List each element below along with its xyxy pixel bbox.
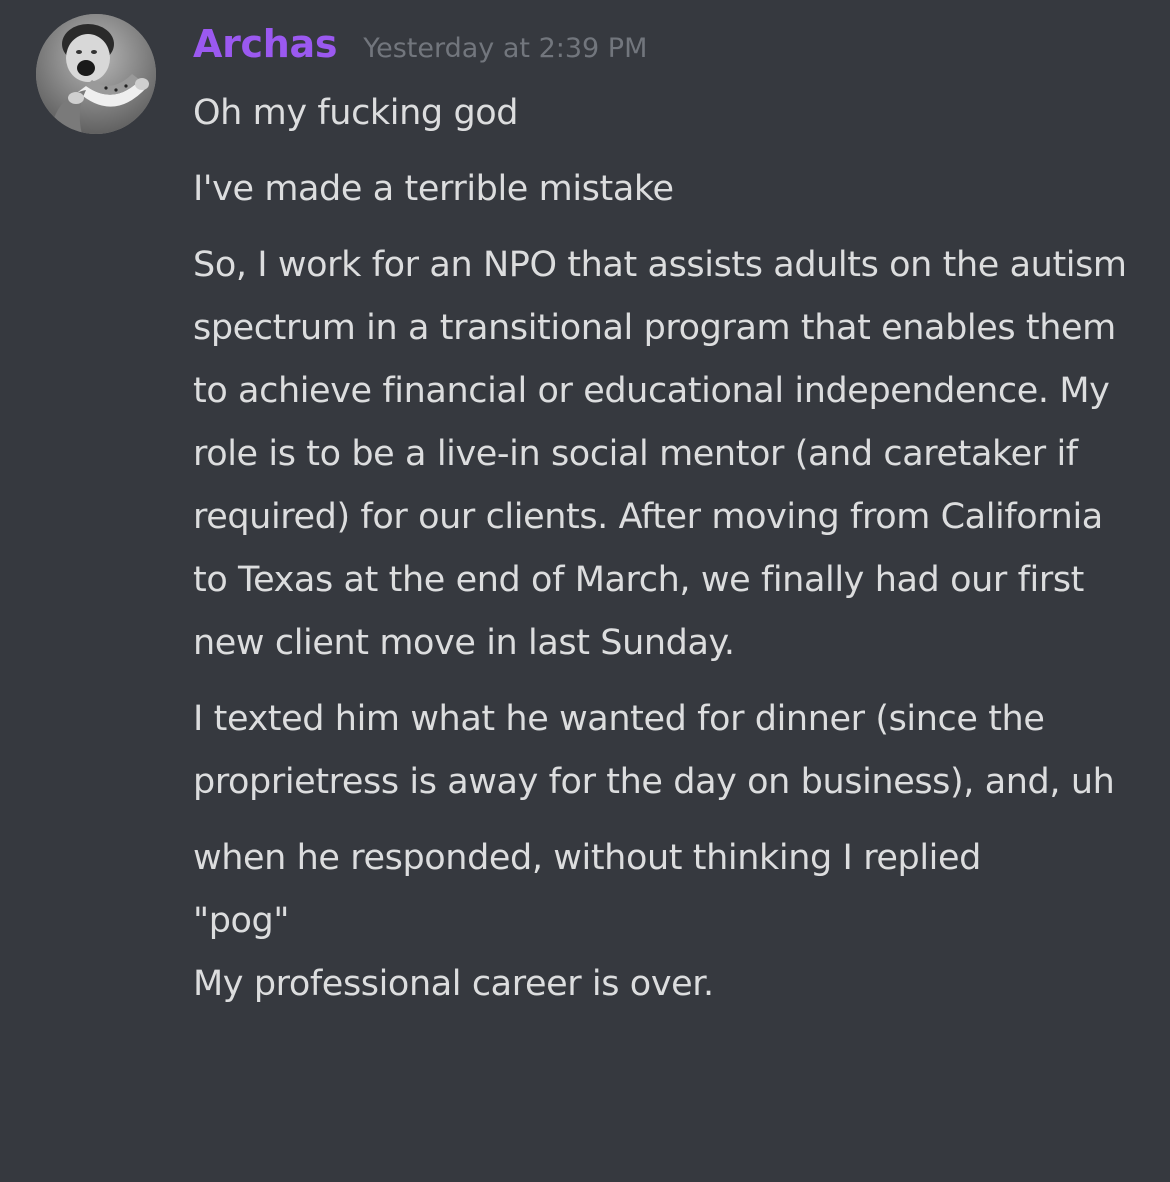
message-line: I texted him what he wanted for dinner (… [193, 699, 1115, 802]
message-line: "pog" [193, 901, 290, 941]
message-line: when he responded, without thinking I re… [193, 838, 981, 878]
message-line: So, I work for an NPO that assists adult… [193, 245, 1127, 663]
message-header: Archas Yesterday at 2:39 PM [193, 22, 647, 74]
user-avatar[interactable] [36, 14, 156, 134]
message-group: Archas Yesterday at 2:39 PM Oh my fuckin… [0, 0, 1170, 1182]
avatar-photo-icon [36, 14, 156, 134]
username[interactable]: Archas [193, 22, 338, 66]
message-line: My professional career is over. [193, 964, 714, 1004]
message-line: Oh my fucking god [193, 93, 519, 133]
message-line: I've made a terrible mistake [193, 169, 674, 209]
message-timestamp[interactable]: Yesterday at 2:39 PM [363, 33, 647, 64]
message-content: Oh my fucking god I've made a terrible m… [193, 82, 1143, 1029]
